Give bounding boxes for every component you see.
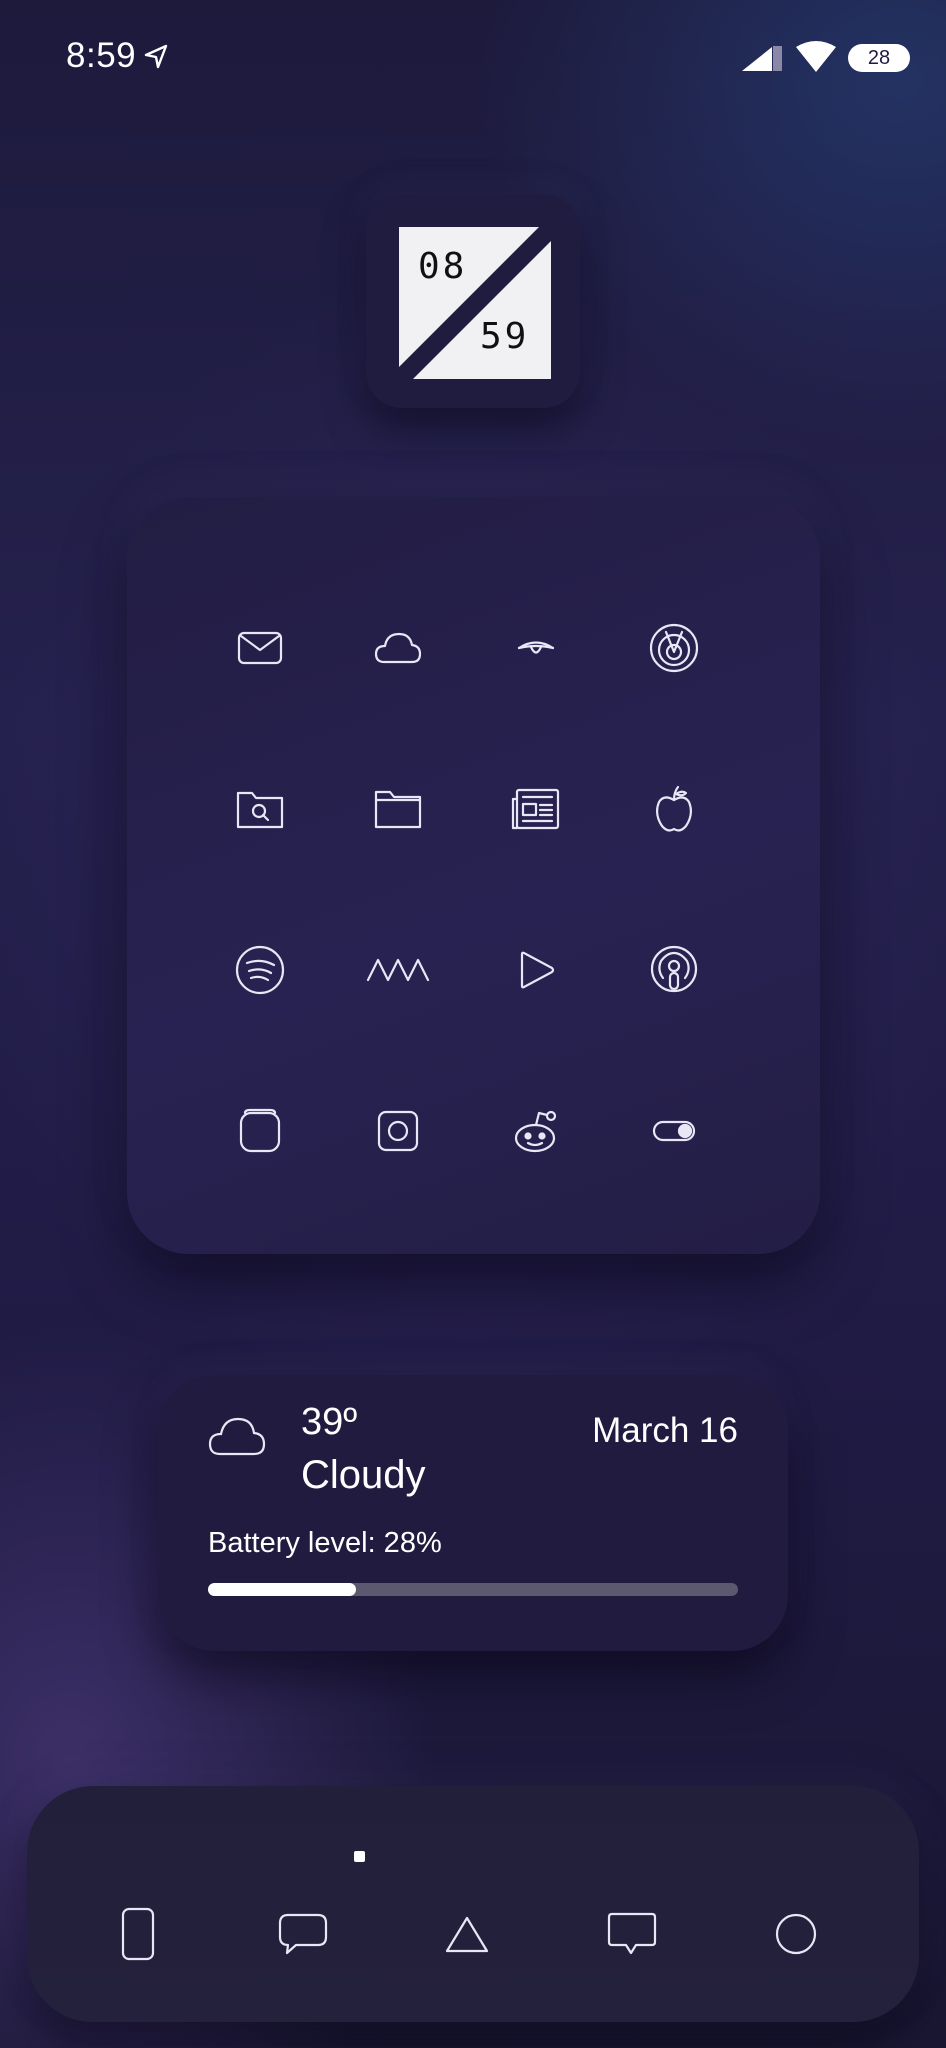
radar-icon[interactable] xyxy=(605,567,743,728)
app-grid xyxy=(191,567,743,1211)
weather-cloud-icon xyxy=(208,1415,266,1457)
battery-pill: 28 xyxy=(848,44,910,72)
cellular-signal-icon xyxy=(740,44,784,72)
reddit-icon[interactable] xyxy=(467,1050,605,1211)
cloud-icon[interactable] xyxy=(329,567,467,728)
folder-icon[interactable] xyxy=(329,728,467,889)
clock-hour: 08 xyxy=(418,246,468,287)
app-grid-panel xyxy=(127,497,820,1254)
circle-icon[interactable] xyxy=(746,1884,846,1984)
messages-icon[interactable] xyxy=(253,1884,353,1984)
dock xyxy=(27,1786,919,2022)
clock-widget[interactable] xyxy=(366,194,580,408)
play-icon[interactable] xyxy=(467,889,605,1050)
page-indicator-dot[interactable] xyxy=(354,1851,365,1862)
triangle-icon[interactable] xyxy=(417,1884,517,1984)
weather-condition: Cloudy xyxy=(301,1453,426,1497)
chat-icon[interactable] xyxy=(582,1884,682,1984)
instagram-icon[interactable] xyxy=(329,1050,467,1211)
phone-icon[interactable] xyxy=(88,1884,188,1984)
location-arrow-icon xyxy=(142,43,170,71)
dock-icons xyxy=(27,1884,919,1984)
battery-progress-track xyxy=(208,1583,738,1596)
spotify-icon[interactable] xyxy=(191,889,329,1050)
status-time: 8:59 xyxy=(66,36,137,75)
eye-icon[interactable] xyxy=(467,567,605,728)
date: March 16 xyxy=(592,1411,738,1450)
battery-progress-fill xyxy=(208,1583,357,1596)
podcast-icon[interactable] xyxy=(605,889,743,1050)
mail-icon[interactable] xyxy=(191,567,329,728)
battery-label: Battery level: 28% xyxy=(208,1527,442,1559)
toggle-icon[interactable] xyxy=(605,1050,743,1211)
apple-icon[interactable] xyxy=(605,728,743,889)
newspaper-icon[interactable] xyxy=(467,728,605,889)
folder-search-icon[interactable] xyxy=(191,728,329,889)
rounded-square-icon[interactable] xyxy=(191,1050,329,1211)
status-bar: 8:59 28 xyxy=(0,0,946,118)
zigzag-icon[interactable] xyxy=(329,889,467,1050)
clock-minute: 59 xyxy=(480,316,530,357)
wifi-icon xyxy=(795,41,837,73)
weather-widget[interactable]: 39º Cloudy March 16 Battery level: 28% xyxy=(158,1375,788,1651)
temperature: 39º xyxy=(301,1401,358,1443)
